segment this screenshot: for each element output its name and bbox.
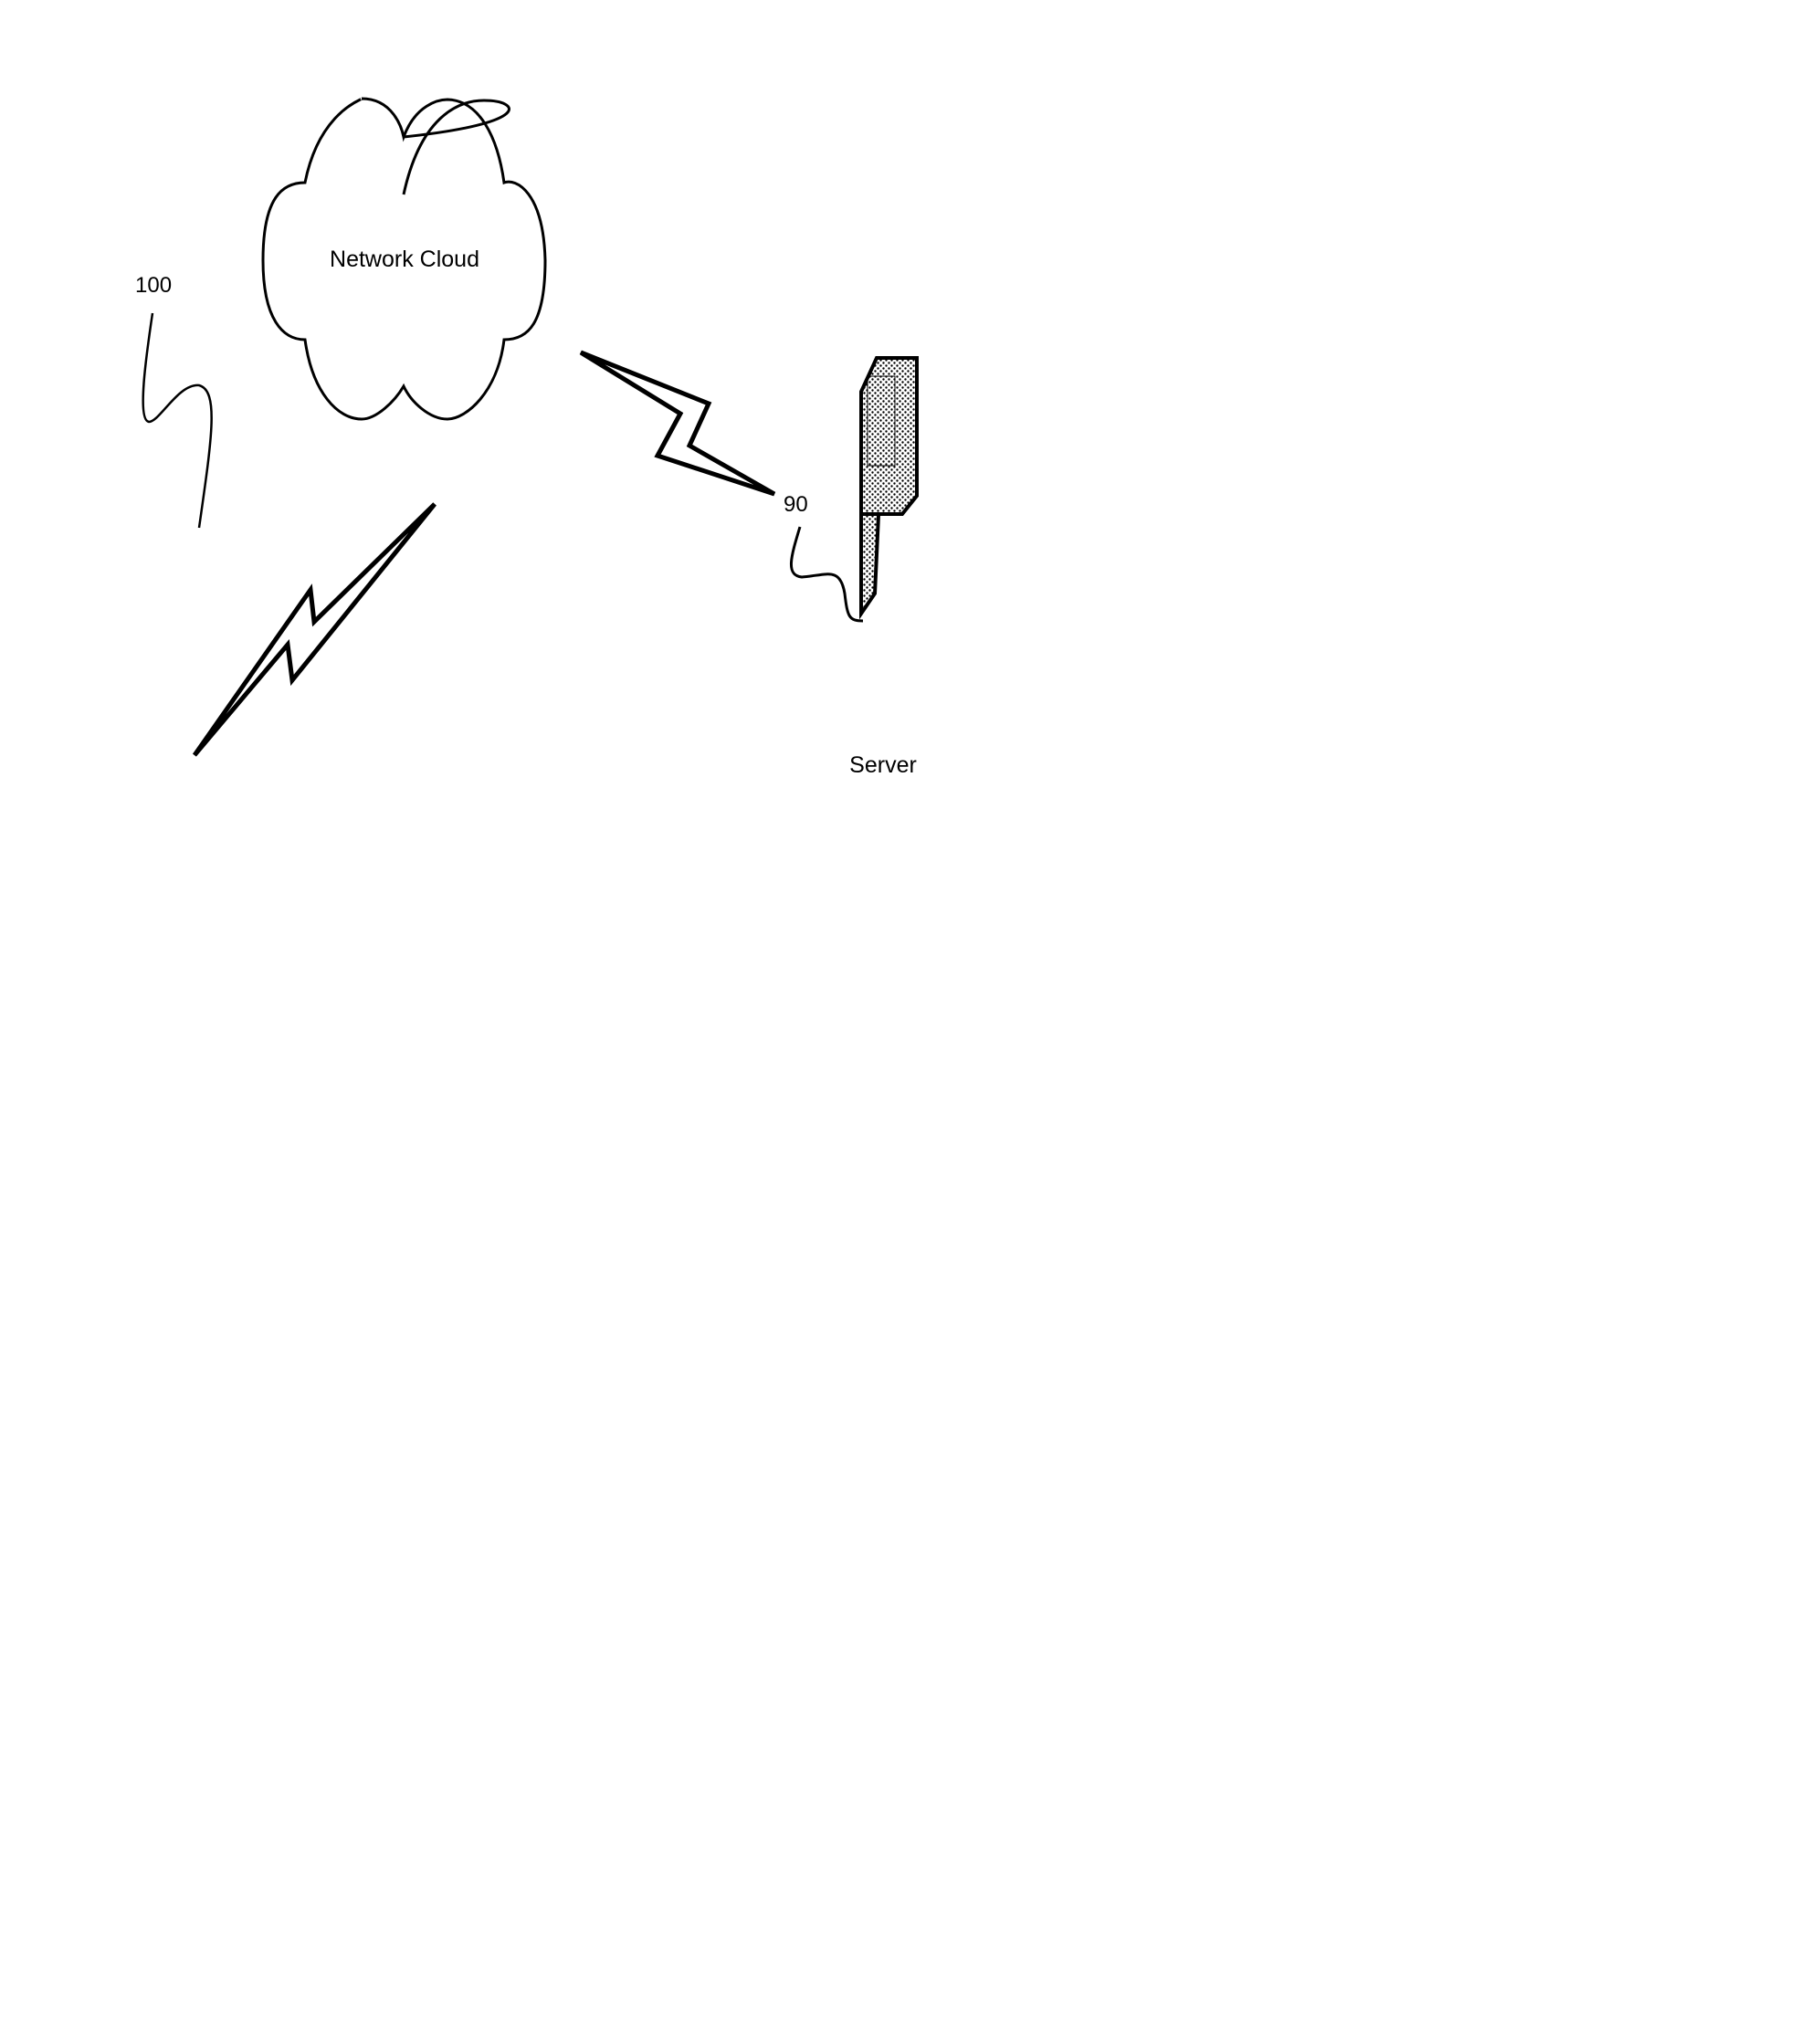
server-tower — [859, 356, 919, 516]
server: Server 90 — [784, 356, 919, 778]
lightning-bolt-icon-left — [192, 502, 437, 757]
lightning-bolt-icon-right — [579, 350, 776, 497]
server-ref-leader — [789, 526, 864, 623]
system-ref-leader — [142, 312, 213, 529]
cloud-icon — [402, 99, 510, 195]
cloud-label: Network Cloud — [330, 247, 479, 272]
network-diagram: 100 Network Cloud Server 90 — [135, 97, 919, 778]
server-label: Server — [849, 752, 917, 778]
network-cloud: Network Cloud — [261, 97, 547, 421]
system-ref-group: 100 — [135, 273, 213, 529]
server-ref-label: 90 — [784, 492, 808, 517]
system-ref-label: 100 — [135, 273, 172, 298]
